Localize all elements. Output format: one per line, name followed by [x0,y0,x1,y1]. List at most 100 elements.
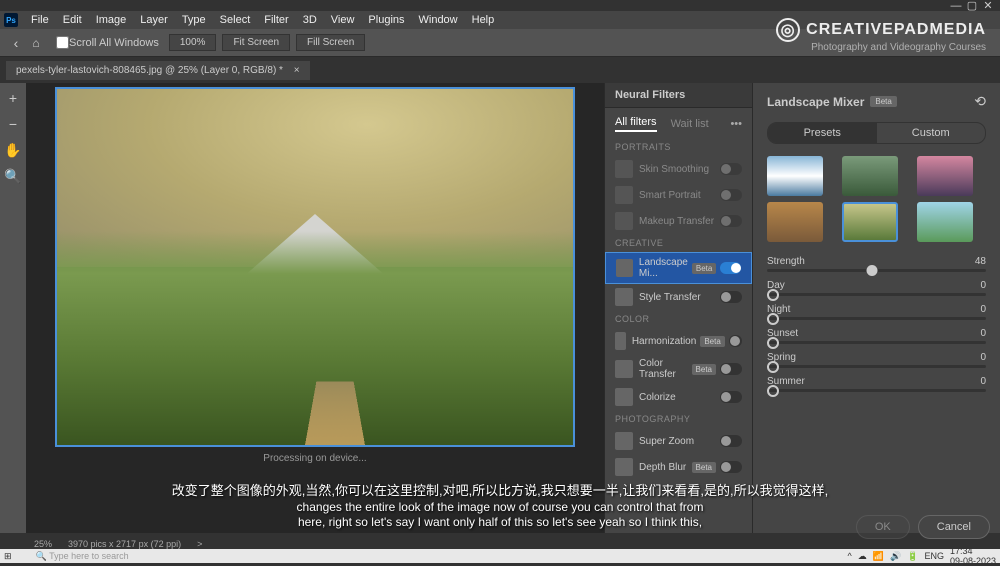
slider-value: 0 [980,352,986,363]
slider-knob[interactable] [767,385,779,397]
preset-custom-segment[interactable]: Presets Custom [767,122,986,144]
preset-thumbnail[interactable] [917,202,973,242]
zoom-field[interactable]: 100% [169,34,217,51]
filter-harmonization[interactable]: HarmonizationBeta [605,328,752,354]
tray-wifi-icon[interactable]: 📶 [873,551,884,562]
menu-filter[interactable]: Filter [257,14,295,26]
toggle[interactable] [720,189,742,201]
status-zoom[interactable]: 25% [26,539,60,549]
slider-knob[interactable] [867,265,878,276]
section-portraits: PORTRAITS [605,138,752,156]
taskbar-search[interactable]: 🔍 Type here to search [36,551,216,562]
filter-skin-smoothing[interactable]: Skin Smoothing [605,156,752,182]
menu-select[interactable]: Select [213,14,258,26]
filter-smart-portrait[interactable]: Smart Portrait [605,182,752,208]
tray-lang[interactable]: ENG [924,551,944,561]
preset-thumbnail-selected[interactable] [842,202,898,242]
sunset-slider[interactable]: Sunset0 [753,324,1000,348]
filter-tab-menu-icon[interactable]: ••• [730,118,742,130]
hand-tool[interactable]: ✋ [4,141,22,159]
menu-edit[interactable]: Edit [56,14,89,26]
watermark-tagline: Photography and Videography Courses [776,42,986,53]
toggle[interactable] [720,215,742,227]
filter-color-transfer[interactable]: Color TransferBeta [605,354,752,384]
minimize-button[interactable]: — [948,0,964,11]
menu-file[interactable]: File [24,14,56,26]
toggle[interactable] [720,262,741,274]
tab-close-icon[interactable]: × [294,65,300,76]
toggle[interactable] [720,163,742,175]
thumb-icon [615,212,633,230]
slider-knob[interactable] [767,361,779,373]
search-placeholder: Type here to search [49,551,129,561]
toggle[interactable] [729,335,742,347]
menu-view[interactable]: View [324,14,362,26]
toggle[interactable] [720,363,742,375]
tab-wait-list[interactable]: Wait list [671,118,709,130]
slider-knob[interactable] [767,337,779,349]
filter-colorize[interactable]: Colorize [605,384,752,410]
day-slider[interactable]: Day0 [753,276,1000,300]
filter-makeup-transfer[interactable]: Makeup Transfer [605,208,752,234]
maximize-button[interactable]: ▢ [964,0,980,11]
filter-label: Skin Smoothing [639,164,720,175]
home-button[interactable]: ⌂ [26,36,46,50]
tray-time[interactable]: 17:3409-08-2023 [950,546,996,566]
menu-3d[interactable]: 3D [296,14,324,26]
spring-slider[interactable]: Spring0 [753,348,1000,372]
slider-knob[interactable] [767,289,779,301]
toggle[interactable] [720,435,742,447]
subtitle-overlay: 改变了整个图像的外观,当然,你可以在这里控制,对吧,所以比方说,我只想要一半,让… [130,483,870,531]
fit-screen-button[interactable]: Fit Screen [222,34,290,51]
status-arrow-icon[interactable]: > [189,539,210,549]
magnify-tool[interactable]: 🔍 [4,167,22,185]
start-icon[interactable]: ⊞ [4,551,12,562]
zoom-out-tool[interactable]: − [4,115,22,133]
preset-thumbnail[interactable] [917,156,973,196]
cancel-button[interactable]: Cancel [918,515,990,539]
summer-slider[interactable]: Summer0 [753,372,1000,396]
document-tab[interactable]: pexels-tyler-lastovich-808465.jpg @ 25% … [6,61,310,80]
menu-window[interactable]: Window [412,14,465,26]
preset-thumbnail[interactable] [842,156,898,196]
menu-plugins[interactable]: Plugins [361,14,411,26]
filter-landscape-mixer[interactable]: Landscape Mi...Beta [605,252,752,284]
tab-presets[interactable]: Presets [768,123,877,143]
filter-label: Color Transfer [639,358,688,380]
zoom-in-tool[interactable]: + [4,89,22,107]
watermark-brand: CREATIVEPADMEDIA [806,21,986,39]
neural-filters-header: Neural Filters [605,83,752,108]
slider-value: 48 [975,256,986,267]
tray-chevron-icon[interactable]: ^ [848,551,852,561]
canvas-image[interactable] [55,87,575,447]
menu-type[interactable]: Type [175,14,213,26]
tab-all-filters[interactable]: All filters [615,116,657,132]
preset-thumbnail[interactable] [767,156,823,196]
tab-custom[interactable]: Custom [877,123,986,143]
filter-style-transfer[interactable]: Style Transfer [605,284,752,310]
toggle[interactable] [720,461,742,473]
thumb-icon [616,259,633,277]
toggle[interactable] [720,291,742,303]
properties-title: Landscape Mixer [767,95,864,109]
scroll-all-checkbox[interactable]: Scroll All Windows [56,36,159,49]
close-window-button[interactable]: ✕ [980,0,996,11]
scroll-all-label: Scroll All Windows [69,37,159,49]
night-slider[interactable]: Night0 [753,300,1000,324]
menu-help[interactable]: Help [465,14,502,26]
filter-depth-blur[interactable]: Depth BlurBeta [605,454,752,480]
strength-slider[interactable]: Strength48 [753,252,1000,276]
menu-layer[interactable]: Layer [133,14,175,26]
toolbox: + − ✋ 🔍 [0,83,26,533]
tray-battery-icon[interactable]: 🔋 [907,551,918,562]
reset-icon[interactable]: ⟲ [974,93,986,110]
fill-screen-button[interactable]: Fill Screen [296,34,365,51]
toggle[interactable] [720,391,742,403]
filter-super-zoom[interactable]: Super Zoom [605,428,752,454]
slider-knob[interactable] [767,313,779,325]
preset-thumbnail[interactable] [767,202,823,242]
back-button[interactable]: ‹ [6,35,26,51]
menu-image[interactable]: Image [89,14,134,26]
tray-volume-icon[interactable]: 🔊 [890,551,901,562]
tray-cloud-icon[interactable]: ☁ [858,551,867,562]
